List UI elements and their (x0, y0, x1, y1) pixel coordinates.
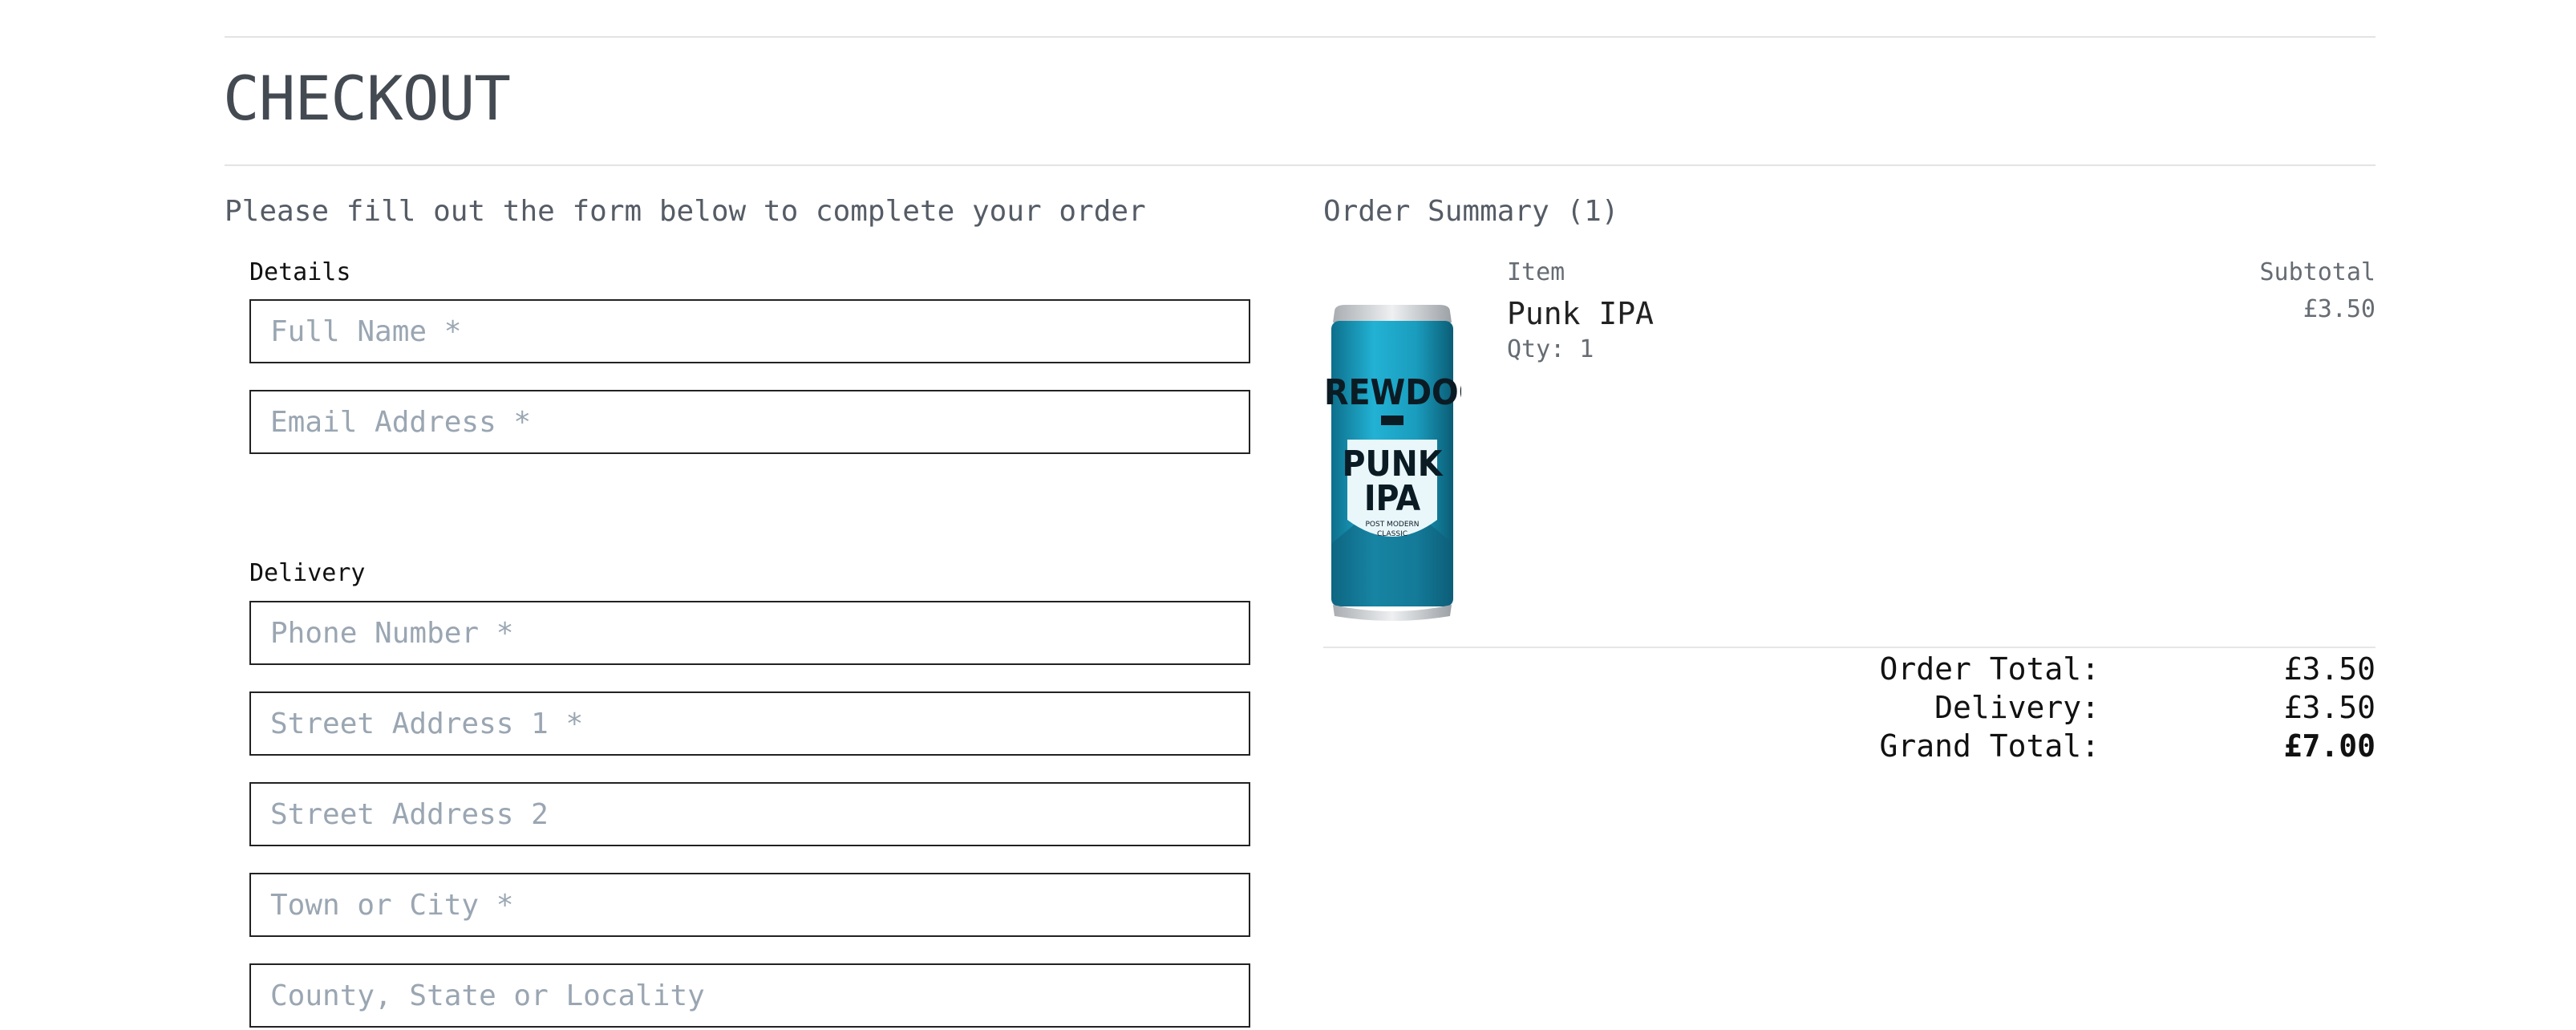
summary-divider (1323, 647, 2376, 648)
product-image: BREWDOG PUNK IPA POST MODERN CLASSIC (1323, 305, 1461, 621)
order-total-value: £3.50 (2283, 651, 2376, 687)
county-state-input[interactable] (249, 963, 1250, 1028)
item-column-header: Item (1507, 258, 1565, 286)
order-total-row: Order Total: £3.50 (1323, 650, 2376, 688)
page-title: CHECKOUT (223, 63, 511, 134)
email-input[interactable] (249, 390, 1250, 454)
can-tag2-text: CLASSIC (1377, 530, 1407, 538)
subtotal-column-header: Subtotal (2259, 258, 2376, 286)
grand-total-row: Grand Total: £7.00 (1323, 727, 2376, 765)
full-name-input[interactable] (249, 299, 1250, 363)
product-name[interactable]: Punk IPA (1507, 294, 1654, 334)
can-brand-text: BREWDOG (1323, 372, 1461, 413)
phone-input[interactable] (249, 601, 1250, 665)
can-tag1-text: POST MODERN (1365, 521, 1419, 529)
product-subtotal: £3.50 (2303, 295, 2376, 323)
town-city-input[interactable] (249, 873, 1250, 937)
delivery-row: Delivery: £3.50 (1323, 688, 2376, 727)
product-quantity: Qty: 1 (1507, 335, 1594, 363)
order-totals: Order Total: £3.50 Delivery: £3.50 Grand… (1323, 650, 2376, 765)
delivery-section-label: Delivery (249, 559, 366, 587)
grand-total-value: £7.00 (2283, 728, 2376, 764)
form-intro-text: Please fill out the form below to comple… (225, 195, 1146, 228)
street-address-2-input[interactable] (249, 782, 1250, 846)
street-address-1-input[interactable] (249, 691, 1250, 756)
grand-total-label: Grand Total: (1879, 728, 2100, 764)
details-section-label: Details (249, 258, 351, 286)
delivery-value: £3.50 (2283, 690, 2376, 725)
top-divider (225, 36, 2376, 38)
order-summary-title: Order Summary (1) (1323, 195, 1619, 228)
header-divider (225, 164, 2376, 166)
can-line2-text: IPA (1364, 478, 1421, 519)
order-total-label: Order Total: (1879, 651, 2100, 687)
delivery-label: Delivery: (1934, 690, 2100, 725)
